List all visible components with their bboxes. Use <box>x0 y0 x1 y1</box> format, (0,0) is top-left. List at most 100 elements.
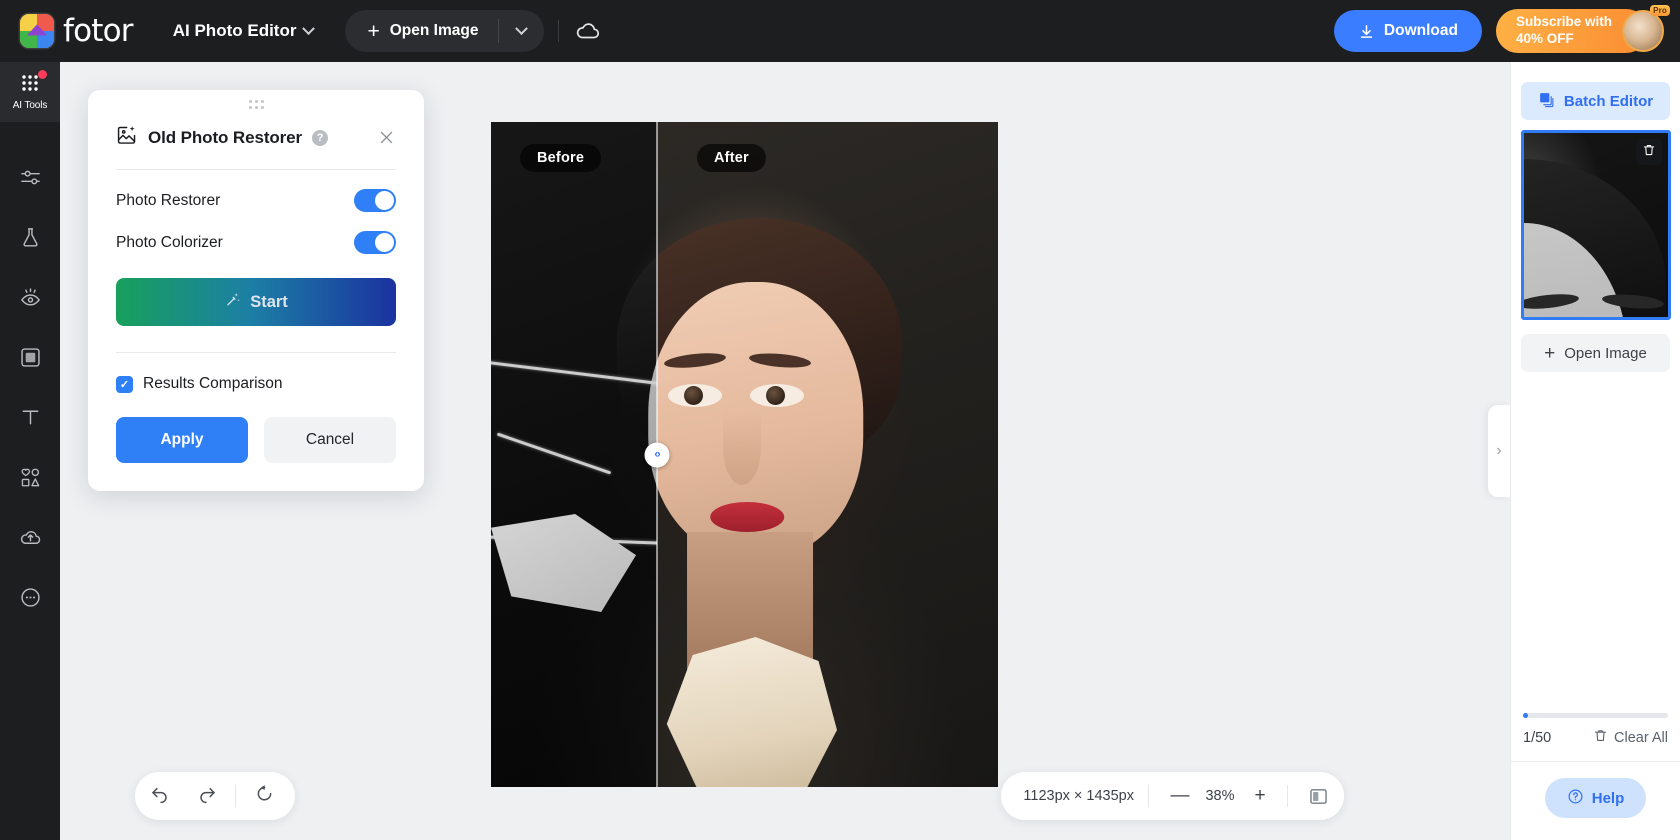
close-icon[interactable] <box>377 128 396 147</box>
sidebar-item-ai-tools[interactable]: AI Tools <box>0 62 60 122</box>
help-area: Help <box>1511 762 1680 840</box>
help-button[interactable]: Help <box>1544 778 1647 818</box>
undo-button[interactable] <box>135 772 183 820</box>
divider <box>1148 785 1149 807</box>
fotor-editor-window: fotor AI Photo Editor + Open Image Downl… <box>0 0 1680 840</box>
progress-fill <box>1523 713 1528 718</box>
redo-button[interactable] <box>183 772 231 820</box>
reset-circular-arrow-icon <box>254 783 275 809</box>
results-comparison-label: Results Comparison <box>143 375 283 392</box>
panel-collapse-toggle[interactable]: › <box>1488 405 1510 497</box>
eye-retouch-icon <box>19 286 42 314</box>
clear-all-label: Clear All <box>1614 729 1668 746</box>
start-label: Start <box>250 292 288 311</box>
sidebar-item-beauty[interactable] <box>0 210 60 270</box>
open-image-button-panel[interactable]: + Open Image <box>1521 334 1670 372</box>
chevron-down-icon <box>515 21 529 35</box>
sidebar-item-upload[interactable] <box>0 510 60 570</box>
start-button[interactable]: Start <box>116 278 396 326</box>
left-sidebar: AI Tools <box>0 62 60 840</box>
panel-header: Old Photo Restorer ? <box>116 118 396 169</box>
zoom-in-button[interactable]: + <box>1243 779 1277 813</box>
text-tool-icon <box>19 406 42 434</box>
open-image-panel-label: Open Image <box>1564 344 1647 362</box>
open-image-dropdown[interactable] <box>499 10 544 52</box>
grid-dots-icon <box>21 74 39 97</box>
before-label: Before <box>520 144 602 172</box>
elements-shapes-icon <box>19 466 42 494</box>
fotor-logo-icon <box>20 14 54 48</box>
sidebar-item-text[interactable] <box>0 390 60 450</box>
cloud-save-icon[interactable] <box>575 18 601 44</box>
results-comparison-row[interactable]: ✓ Results Comparison <box>116 353 396 393</box>
account-avatar-button[interactable]: Pro <box>1622 5 1670 52</box>
sidebar-item-more[interactable] <box>0 570 60 630</box>
before-image-pane <box>491 122 657 787</box>
reset-button[interactable] <box>240 772 288 820</box>
help-label: Help <box>1591 789 1625 807</box>
list-item[interactable] <box>1521 130 1671 320</box>
frame-square-icon <box>19 346 42 374</box>
magic-wand-icon <box>224 291 241 313</box>
zoom-level-label[interactable]: 38% <box>1197 788 1243 804</box>
trash-icon <box>1593 728 1608 747</box>
clear-all-button[interactable]: Clear All <box>1593 728 1668 747</box>
after-label: After <box>697 144 766 172</box>
chevron-down-icon <box>302 21 316 35</box>
before-photo <box>491 122 657 787</box>
brand-name: fotor <box>63 12 134 49</box>
sidebar-item-label: AI Tools <box>12 99 48 111</box>
photo-restorer-label: Photo Restorer <box>116 191 221 209</box>
panel-actions: Apply Cancel <box>116 393 396 463</box>
top-toolbar: fotor AI Photo Editor + Open Image Downl… <box>0 0 1680 62</box>
download-icon <box>1360 24 1373 38</box>
delete-thumbnail-button[interactable] <box>1636 139 1662 165</box>
old-photo-restorer-panel: Old Photo Restorer ? Photo Restorer Phot… <box>88 90 424 491</box>
help-question-icon[interactable]: ? <box>312 129 329 146</box>
image-comparison-viewer[interactable]: ‹› Before After <box>491 122 998 787</box>
open-image-button[interactable]: + Open Image <box>345 10 498 52</box>
batch-editor-tab[interactable]: Batch Editor <box>1521 82 1670 120</box>
after-image-pane <box>657 122 998 787</box>
sidebar-item-adjust[interactable] <box>0 150 60 210</box>
batch-panel: Batch Editor + Open Image 1/50 Clear All… <box>1510 62 1680 840</box>
more-dots-icon <box>19 586 42 614</box>
question-circle-icon <box>1567 788 1584 809</box>
pro-badge: Pro <box>1650 5 1670 16</box>
photo-colorizer-row: Photo Colorizer <box>116 212 396 254</box>
cancel-button[interactable]: Cancel <box>264 417 396 463</box>
progress-track[interactable] <box>1523 713 1668 718</box>
grip-dots-icon <box>248 99 264 109</box>
download-label: Download <box>1383 22 1458 39</box>
trash-icon <box>1642 143 1656 162</box>
plus-icon: + <box>1544 342 1556 364</box>
photo-colorizer-label: Photo Colorizer <box>116 233 223 251</box>
results-comparison-checkbox[interactable]: ✓ <box>116 375 133 393</box>
divider <box>1287 785 1288 807</box>
panel-drag-handle[interactable] <box>116 90 396 118</box>
open-image-label: Open Image <box>389 22 479 39</box>
app-mode-label: AI Photo Editor <box>172 21 297 40</box>
batch-progress <box>1511 713 1680 718</box>
avatar <box>1622 10 1664 52</box>
divider <box>558 20 560 42</box>
thumbnail-list <box>1511 120 1680 320</box>
download-button[interactable]: Download <box>1333 10 1482 52</box>
app-mode-selector[interactable]: AI Photo Editor <box>172 21 316 41</box>
sliders-adjust-icon <box>19 166 42 194</box>
brand-logo[interactable]: fotor <box>20 12 134 49</box>
sidebar-item-retouch[interactable] <box>0 270 60 330</box>
comparison-slider-handle[interactable]: ‹› <box>644 442 670 467</box>
sidebar-item-elements[interactable] <box>0 450 60 510</box>
zoom-out-button[interactable]: — <box>1163 779 1197 813</box>
batch-count-row: 1/50 Clear All <box>1511 718 1680 762</box>
split-compare-icon[interactable] <box>1298 779 1338 813</box>
photo-restorer-toggle[interactable] <box>354 189 396 212</box>
sidebar-item-frame[interactable] <box>0 330 60 390</box>
batch-count-label: 1/50 <box>1523 729 1552 746</box>
apply-button[interactable]: Apply <box>116 417 248 463</box>
photo-colorizer-toggle[interactable] <box>354 231 396 254</box>
layers-stack-icon <box>1538 91 1555 112</box>
open-image-group: + Open Image <box>345 10 545 52</box>
